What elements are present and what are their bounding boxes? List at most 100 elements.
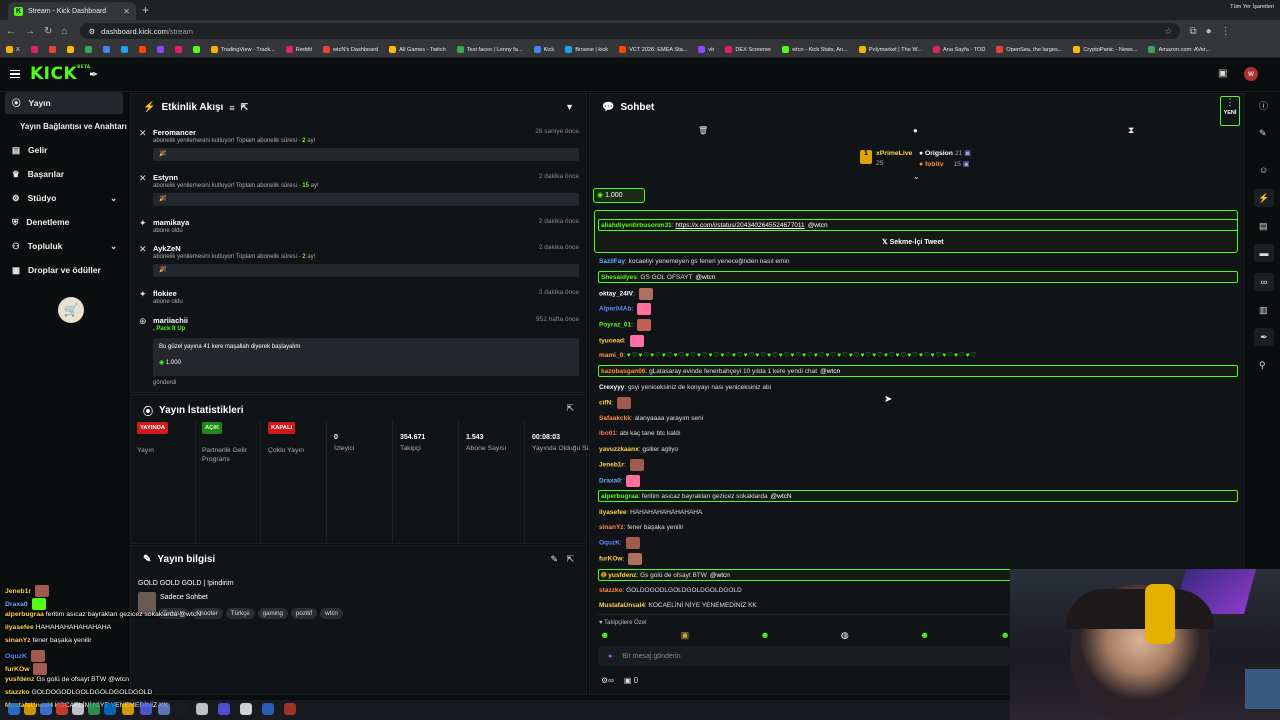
taskbar-app-icon[interactable] (158, 703, 170, 715)
kicks-pinned-badge[interactable]: ◉ 1.000 (593, 188, 645, 203)
chat-username[interactable]: oktay_24IV (599, 291, 633, 298)
taskbar-app-icon[interactable] (240, 703, 252, 715)
bookmark-item[interactable] (174, 46, 182, 53)
taskbar-app-icon[interactable] (56, 703, 68, 715)
tag[interactable]: wtcn (320, 608, 343, 619)
chat-mention[interactable]: @wtcn (710, 572, 730, 579)
chat-input[interactable]: ● Bir mesaj gönderin (598, 646, 1010, 666)
chat-username[interactable]: SazilFay (599, 258, 625, 265)
chat-icon[interactable]: ▬ (1254, 244, 1274, 262)
share-icon[interactable]: ⚲ (1259, 360, 1266, 371)
reload-icon[interactable]: ↻ (44, 26, 52, 37)
chat-username[interactable]: sinanYz (599, 524, 624, 531)
bookmark-item[interactable]: OpenSea, the larges... (996, 46, 1062, 53)
chat-username[interactable]: Safaakckk (599, 415, 631, 422)
chat-menu-button[interactable]: ⋮ YENİ (1220, 96, 1240, 126)
hourglass-icon[interactable]: ⧗ (1128, 125, 1134, 136)
leaderboard-others[interactable]: ● Origsion 21 ▣ ● fobitv 15 ▣ (919, 148, 971, 170)
leaderboard-first[interactable]: xPrimeLive 25 (876, 149, 912, 169)
bookmark-star-icon[interactable]: ☆ (1164, 26, 1172, 37)
tweet-label[interactable]: 𝕏 Sekme-İçi Tweet (882, 238, 944, 246)
chat-mention[interactable]: @wtcn (808, 222, 828, 229)
chat-username[interactable]: MustafaUnsal4 (599, 602, 645, 609)
taskbar-app-icon[interactable] (218, 703, 230, 715)
chat-username[interactable]: alperbugraa (601, 493, 638, 500)
bookmark-item[interactable] (192, 46, 200, 53)
bookmark-item[interactable]: vlr (698, 46, 714, 53)
bookmark-item[interactable] (120, 46, 128, 53)
chat-message[interactable]: ilyasefee: HAHAHAHAHAHAHAHA (598, 507, 1238, 519)
chat-username[interactable]: yusfdenz (608, 572, 636, 579)
sidebar-item-achievements[interactable]: ♛ Başarılar (5, 163, 123, 185)
browser-tab-active[interactable]: K Stream - Kick Dashboard ✕ (8, 2, 136, 20)
bookmark-item[interactable] (66, 46, 74, 53)
bookmark-item[interactable] (102, 46, 110, 53)
popout-icon[interactable]: ⇱ (566, 554, 574, 565)
chat-username[interactable]: Jeneb1r (599, 462, 624, 469)
chat-username[interactable]: Poyraz_01 (599, 322, 631, 329)
taskbar-app-icon[interactable] (8, 703, 20, 715)
home-icon[interactable]: ⌂ (61, 26, 67, 37)
pencil-icon[interactable]: ✎ (1259, 128, 1267, 139)
sidebar-item-moderation[interactable]: ⛨ Denetleme (5, 211, 123, 233)
bookmark-item[interactable]: Kick (533, 46, 554, 53)
chat-mention[interactable]: @wtcN (771, 493, 792, 500)
sidebar-item-stream-key[interactable]: Yayın Bağlantısı ve Anahtarı (20, 122, 127, 131)
extensions-icon[interactable]: ⧉ (1189, 26, 1196, 37)
chat-message[interactable]: Safaakckk: alanyaaaa yarayım seni (598, 413, 1238, 425)
browser-menu-icon[interactable]: ⋮ (1221, 26, 1231, 37)
chat-message[interactable]: kazobasgan06: gLatasaray evinde fenerbah… (598, 365, 1238, 377)
creator-studio-icon[interactable]: ▣ (1218, 68, 1227, 79)
lightning-icon[interactable]: ⚡ (1254, 189, 1274, 207)
bookmark-item[interactable]: All Games - Twitch (389, 46, 446, 53)
site-info-icon[interactable]: ⚙ (88, 27, 95, 36)
bookmark-item[interactable] (48, 46, 56, 53)
taskbar-app-icon[interactable] (40, 703, 52, 715)
bookmark-item[interactable]: Polymarket | The W... (858, 46, 922, 53)
chat-username[interactable]: ilyasefee (599, 509, 626, 516)
activity-user[interactable]: Feromancer (153, 128, 196, 137)
chat-username[interactable]: Draxa0 (599, 478, 621, 485)
bookmark-item[interactable] (84, 46, 92, 53)
taskbar-app-icon[interactable] (122, 703, 134, 715)
chat-message[interactable]: Jeneb1r: (598, 459, 1238, 471)
filter-icon[interactable]: ≡ (229, 103, 234, 113)
chat-username[interactable]: yavuzzkaanx (599, 446, 639, 453)
taskbar-app-icon[interactable] (284, 703, 296, 715)
bookmark-item[interactable]: TradingView - Track... (210, 46, 275, 53)
bookmark-item[interactable]: wtcN's Dashboard (323, 46, 378, 53)
chat-message[interactable]: oktay_24IV: (598, 288, 1238, 300)
taskbar-app-icon[interactable] (24, 703, 36, 715)
chat-message[interactable]: aliahdiyentirbusonm31: https://x.com/i/s… (598, 219, 1238, 231)
chat-username[interactable]: aliahdiyentirbusonm31 (601, 222, 672, 229)
back-icon[interactable]: ← (6, 26, 16, 37)
taskbar-app-icon[interactable] (104, 703, 116, 715)
link-icon[interactable]: ∞ (1254, 273, 1274, 291)
chat-mention[interactable]: @wtcn (820, 368, 840, 375)
chat-username[interactable]: tyuoead (599, 338, 624, 345)
chat-username[interactable]: kazobasgan06 (601, 368, 645, 375)
chat-message[interactable]: mami_0: ♥♡♥♡♥♡♥♡♥♡♥♡♥♡♥♡♥♡♥♡♥♡♥♡♥♡♥♡♥♡♥♡… (598, 350, 1238, 362)
bookmark-item[interactable]: Amazon.com: AVer... (1148, 46, 1210, 53)
chat-message[interactable]: Crexyyy: gsyi yeniceksiniz de konyayı na… (598, 382, 1238, 394)
activity-user[interactable]: flokiee (153, 289, 177, 298)
sidebar-item-drops[interactable]: ▦ Droplar ve ödüller (5, 259, 123, 281)
bookmark-item[interactable]: Ana Sayfa - TOD (933, 46, 985, 53)
chat-username[interactable]: Crexyyy (599, 384, 624, 391)
popout-icon[interactable]: ⇱ (241, 102, 249, 113)
chat-message[interactable]: SazilFay: kocaeliyi yenemeyen gs feneri … (598, 256, 1238, 268)
all-bookmarks[interactable]: Tüm Yer İşaretleri (1230, 4, 1274, 10)
tag[interactable]: gaming (257, 608, 288, 619)
chat-message[interactable]: yavuzzkaanx: gsliler agliyo (598, 444, 1238, 456)
bookmark-item[interactable] (156, 46, 164, 53)
activity-user[interactable]: mamikaya (153, 218, 189, 227)
chat-message[interactable]: Alper04Ab: (598, 303, 1238, 315)
bookmark-item[interactable]: wtcn - Kick Stats, An... (782, 46, 848, 53)
wrench-icon[interactable]: ✒ (1254, 328, 1274, 346)
taskbar-app-icon[interactable] (140, 703, 152, 715)
clipboard-icon[interactable]: ▥ (1259, 305, 1268, 316)
shop-cart-icon[interactable]: 🛒 (58, 297, 84, 323)
filter-funnel-icon[interactable]: ▼ (565, 102, 574, 112)
activity-user[interactable]: Estynn (153, 173, 178, 182)
tag[interactable]: Türkçe (225, 608, 255, 619)
